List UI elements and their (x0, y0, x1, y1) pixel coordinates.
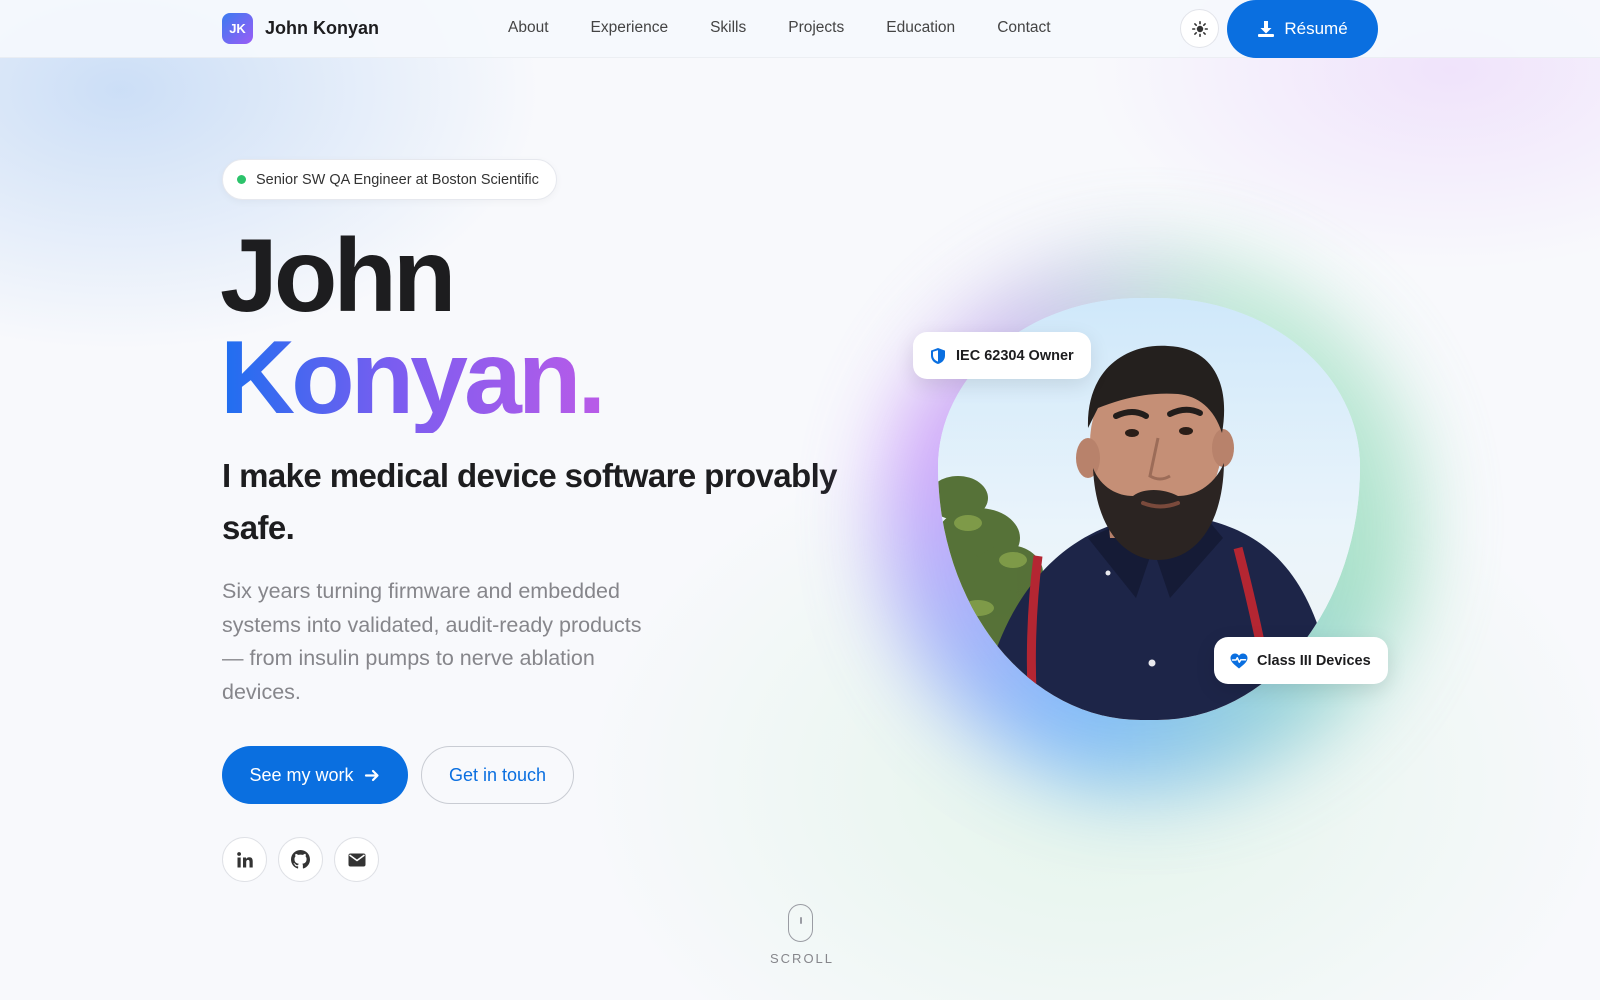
linkedin-link[interactable] (222, 837, 267, 882)
nav-link-experience[interactable]: Experience (591, 19, 669, 37)
resume-download-button[interactable]: Résumé (1227, 0, 1378, 58)
sun-icon (1191, 20, 1208, 37)
nav-link-about[interactable]: About (508, 19, 549, 37)
brand-name: John Konyan (265, 18, 380, 38)
shield-icon (931, 347, 945, 364)
status-badge: Senior SW QA Engineer at Boston Scientif… (222, 159, 557, 200)
see-my-work-label: See my work (249, 764, 354, 785)
nav-link-education[interactable]: Education (886, 19, 955, 37)
hero-name-last: Konyan. (220, 320, 606, 436)
download-icon (1258, 21, 1275, 37)
credential-badge-class3: Class III Devices (1214, 637, 1388, 684)
theme-toggle-button[interactable] (1180, 9, 1219, 48)
scroll-indicator[interactable]: SCROLL (770, 904, 835, 966)
see-my-work-button[interactable]: See my work (222, 746, 408, 804)
scroll-label: SCROLL (770, 951, 835, 966)
status-dot (237, 175, 246, 184)
email-icon (348, 853, 365, 866)
arrow-right-icon (364, 769, 379, 781)
credential-badge-iec: IEC 62304 Owner (913, 332, 1091, 379)
hero-name-first: John (220, 218, 456, 334)
mouse-icon (787, 904, 813, 942)
brand-monogram: JK (222, 13, 253, 44)
github-link[interactable] (278, 837, 323, 882)
social-links (222, 837, 379, 882)
nav-link-contact[interactable]: Contact (997, 19, 1050, 37)
credential-label-iec: IEC 62304 Owner (956, 347, 1074, 364)
nav-link-projects[interactable]: Projects (788, 19, 844, 37)
resume-label: Résumé (1284, 19, 1348, 38)
nav-link-skills[interactable]: Skills (710, 19, 746, 37)
hero-tagline: I make medical device software provably … (222, 457, 838, 546)
email-link[interactable] (334, 837, 379, 882)
top-navbar: JK John Konyan About Experience Skills P… (0, 0, 1600, 58)
linkedin-icon (236, 851, 253, 867)
mouse-wheel (799, 917, 802, 924)
credential-label-class3: Class III Devices (1257, 652, 1371, 669)
heart-pulse-icon (1230, 653, 1248, 668)
hero-description: Six years turning firmware and embedded … (222, 579, 642, 704)
status-text: Senior SW QA Engineer at Boston Scientif… (256, 171, 539, 188)
nav-links: About Experience Skills Projects Educati… (508, 19, 1051, 37)
brand-logo-link[interactable]: JK John Konyan (222, 13, 379, 44)
get-in-touch-button[interactable]: Get in touch (421, 746, 574, 804)
github-icon (291, 850, 310, 869)
